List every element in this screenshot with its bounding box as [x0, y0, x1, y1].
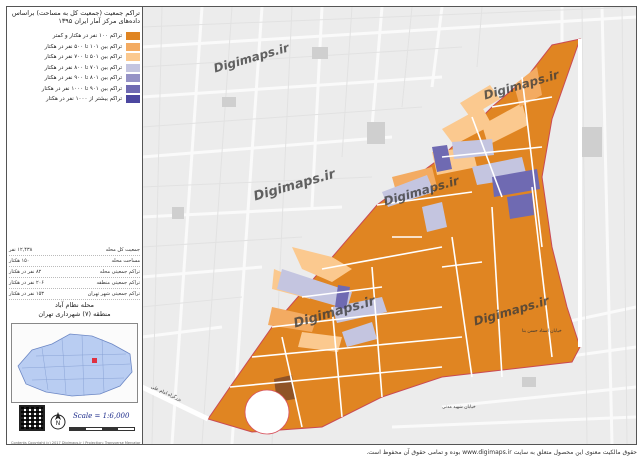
footer-copyright: حقوق مالکیت معنوی این محصول متعلق به سای… — [366, 449, 637, 456]
locator-svg — [17, 333, 133, 397]
stat-row: ۸۲ نفر در هکتار تراکم جمعیتی محله — [9, 267, 140, 278]
legend-item: تراکم بین ۷۰۱ تا ۸۰۰ نفر در هکتار — [9, 63, 140, 74]
legend-swatch — [126, 32, 140, 41]
legend-item: تراکم بین ۵۰۱ تا ۷۰۰ نفر در هکتار — [9, 52, 140, 63]
location-marker — [92, 358, 97, 363]
stat-label: تراکم جمعیتی شهر تهران — [87, 291, 140, 297]
stat-value: ۱۵۳ نفر در هکتار — [9, 291, 44, 297]
legend-swatch — [126, 63, 140, 72]
roundabout — [244, 389, 290, 435]
legend-item: تراکم بین ۹۰۱ تا ۱۰۰۰ نفر در هکتار — [9, 84, 140, 95]
legend-item: تراکم بین ۸۰۱ تا ۹۰۰ نفر در هکتار — [9, 73, 140, 84]
stat-value: ۱۲,۴۳۸ نفر — [9, 247, 33, 253]
north-arrow-icon: N — [50, 412, 66, 430]
qr-code-icon — [19, 405, 45, 431]
legend-label: تراکم بیشتر از ۱۰۰۰ نفر در هکتار — [45, 96, 122, 103]
stat-label: تراکم جمعیتی منطقه — [96, 280, 140, 286]
neighborhood-name: محله نظام آباد — [54, 301, 95, 309]
stat-row: ۱۵۰ هکتار مساحت محله — [9, 256, 140, 267]
legend-label: تراکم بین ۵۰۱ تا ۷۰۰ نفر در هکتار — [44, 54, 122, 61]
credit-text: Contents Copyright (c) 2017 Digimaps.ir … — [11, 441, 141, 445]
legend-item: تراکم بین ۱۰۱ تا ۵۰۰ نفر در هکتار — [9, 42, 140, 53]
tehran-outline — [17, 333, 133, 397]
stat-label: جمعیت کل محله — [105, 247, 140, 253]
legend-swatch — [126, 42, 140, 51]
stat-label: مساحت محله — [111, 258, 141, 264]
stat-value: ۲۰۶ نفر در هکتار — [9, 280, 44, 286]
stat-row: ۱۲,۴۳۸ نفر جمعیت کل محله — [9, 245, 140, 256]
scale-bar — [69, 427, 135, 431]
stats-table: ۱۲,۴۳۸ نفر جمعیت کل محله ۱۵۰ هکتار مساحت م… — [9, 245, 140, 300]
legend-label: تراکم بین ۸۰۱ تا ۹۰۰ نفر در هکتار — [44, 75, 122, 82]
street-label: خیابان شهید مدنی — [442, 405, 476, 410]
stat-row: ۲۰۶ نفر در هکتار تراکم جمعیتی منطقه — [9, 278, 140, 289]
info-panel: تراکم جمعیت (جمعیت کل به مساحت) براساس د… — [7, 7, 143, 445]
stat-row: ۱۵۳ نفر در هکتار تراکم جمعیتی شهر تهران — [9, 289, 140, 300]
legend-label: تراکم بین ۷۰۱ تا ۸۰۰ نفر در هکتار — [44, 64, 122, 71]
district-name: منطقه (۷) شهرداری تهران — [38, 310, 111, 318]
svg-text:N: N — [56, 420, 61, 427]
legend-label: تراکم بین ۹۰۱ تا ۱۰۰۰ نفر در هکتار — [41, 85, 122, 92]
legend-item: تراکم ۱۰۰ نفر در هکتار و کمتر — [9, 31, 140, 42]
legend-item: تراکم بیشتر از ۱۰۰۰ نفر در هکتار — [9, 94, 140, 105]
stat-value: ۸۲ نفر در هکتار — [9, 269, 42, 275]
area-title: محله نظام آباد منطقه (۷) شهرداری تهران — [9, 301, 140, 319]
legend-label: تراکم ۱۰۰ نفر در هکتار و کمتر — [52, 33, 122, 40]
legend-swatch — [126, 84, 140, 93]
locator-map[interactable] — [11, 323, 138, 403]
scale-label: Scale = 1:6,000 — [73, 412, 130, 420]
legend-swatch — [126, 53, 140, 62]
stat-value: ۱۵۰ هکتار — [9, 258, 30, 264]
legend-swatch — [126, 74, 140, 83]
map-canvas[interactable]: بزرگراه امام علی خیابان استاد حسن بنا خی… — [142, 7, 636, 444]
legend-label: تراکم بین ۱۰۱ تا ۵۰۰ نفر در هکتار — [44, 43, 122, 50]
stat-label: تراکم جمعیتی محله — [99, 269, 140, 275]
map-title: تراکم جمعیت (جمعیت کل به مساحت) براساس د… — [11, 9, 140, 25]
legend-swatch — [126, 95, 140, 104]
legend: تراکم ۱۰۰ نفر در هکتار و کمتر تراکم بین … — [9, 31, 140, 105]
street-label: خیابان استاد حسن بنا — [522, 329, 562, 334]
